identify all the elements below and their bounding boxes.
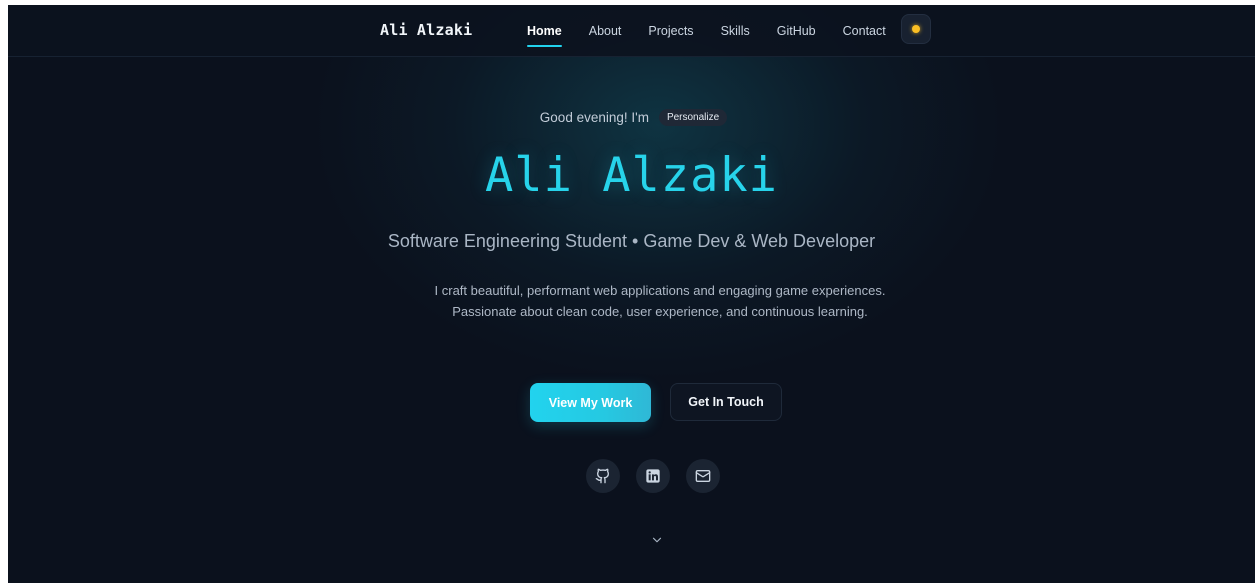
view-my-work-button[interactable]: View My Work: [530, 383, 651, 422]
personalize-button[interactable]: Personalize: [658, 109, 728, 126]
linkedin-link[interactable]: [636, 459, 670, 493]
nav-link-contact[interactable]: Contact: [843, 24, 886, 38]
hero-description: I craft beautiful, performant web applic…: [434, 283, 886, 319]
top-navbar: Ali Alzaki Home About Projects Skills Gi…: [8, 5, 1255, 57]
social-links: [586, 459, 720, 493]
linkedin-icon: [646, 469, 660, 483]
email-link[interactable]: [686, 459, 720, 493]
greeting-row: Good evening! I'm Personalize: [8, 109, 1255, 126]
nav-link-about[interactable]: About: [589, 24, 622, 38]
nav-link-projects[interactable]: Projects: [648, 24, 693, 38]
nav-links: Home About Projects Skills GitHub Contac…: [527, 5, 913, 56]
theme-toggle-button[interactable]: [901, 14, 931, 44]
get-in-touch-button[interactable]: Get In Touch: [670, 383, 782, 421]
brand-logo[interactable]: Ali Alzaki: [380, 21, 472, 39]
github-icon: [595, 468, 610, 484]
greeting-text: Good evening! I'm: [539, 110, 649, 125]
chevron-down-icon[interactable]: [650, 533, 664, 547]
nav-link-home[interactable]: Home: [527, 24, 562, 47]
page-frame: Ali Alzaki Home About Projects Skills Gi…: [8, 5, 1255, 583]
hero-subtitle: Software Engineering Student • Game Dev …: [387, 231, 876, 251]
nav-link-skills[interactable]: Skills: [721, 24, 750, 38]
sun-icon: [912, 25, 920, 33]
mail-icon: [695, 470, 711, 482]
github-link[interactable]: [586, 459, 620, 493]
hero-name: Ali Alzaki: [485, 148, 778, 203]
nav-link-github[interactable]: GitHub: [777, 24, 816, 38]
